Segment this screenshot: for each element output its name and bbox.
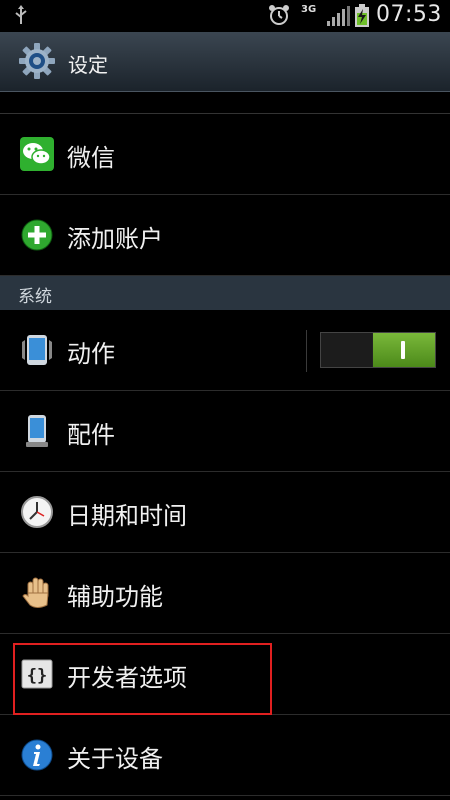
list-spacer: [0, 91, 450, 114]
toggle-on-mark: [401, 341, 405, 359]
toggle-divider: [306, 330, 307, 372]
list-item-accessory[interactable]: 配件: [0, 391, 450, 472]
list-item-label: 辅助功能: [67, 583, 163, 611]
list-item-add-account[interactable]: 添加账户: [0, 195, 450, 276]
list-item-label: 动作: [67, 340, 115, 368]
list-item-label: 日期和时间: [67, 502, 187, 530]
list-item-label: 配件: [67, 421, 115, 449]
page-title: 设定: [68, 53, 108, 77]
toggle-knob-on: [372, 333, 435, 367]
wechat-icon: [19, 136, 55, 172]
accessory-icon: [19, 413, 55, 449]
list-item-date-time[interactable]: 日期和时间: [0, 472, 450, 553]
list-item-label: 关于设备: [67, 745, 163, 773]
info-icon: [19, 737, 55, 773]
alarm-icon: [268, 4, 290, 30]
list-item-motion[interactable]: 动作: [0, 310, 450, 391]
list-item-about-device[interactable]: 关于设备: [0, 715, 450, 796]
list-item-accessibility[interactable]: 辅助功能: [0, 553, 450, 634]
section-header-system: 系统: [0, 276, 450, 310]
network-type-label: 3G: [301, 4, 317, 15]
motion-toggle-switch[interactable]: [320, 332, 436, 368]
list-item-label: 微信: [67, 144, 115, 172]
status-clock: 07:53: [376, 2, 442, 27]
settings-gear-icon[interactable]: [18, 42, 56, 84]
action-bar: 设定: [0, 32, 450, 92]
highlight-box: [13, 643, 272, 715]
add-circle-icon: [19, 217, 55, 253]
signal-icon: [326, 6, 350, 30]
usb-icon: [14, 5, 28, 29]
hand-icon: [19, 575, 55, 611]
phone-motion-icon: [19, 332, 55, 368]
list-item-wechat[interactable]: 微信: [0, 114, 450, 195]
battery-charging-icon: [354, 4, 370, 32]
list-item-label: 添加账户: [67, 225, 163, 253]
status-bar: 3G 07:53: [0, 0, 450, 32]
clock-icon: [19, 494, 55, 530]
